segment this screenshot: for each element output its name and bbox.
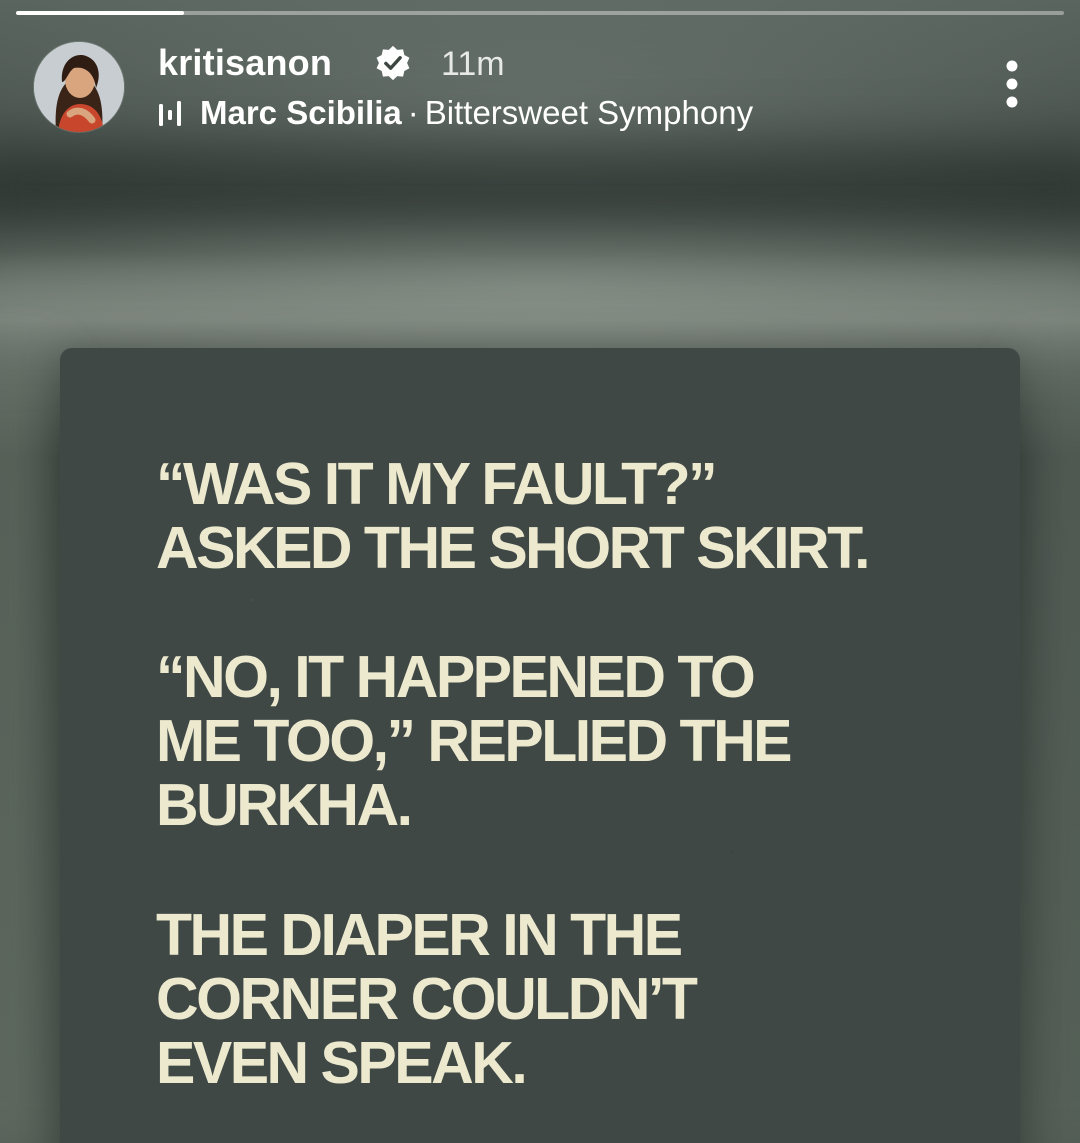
more-options-icon[interactable]	[996, 58, 1028, 110]
quote-line: “NO, IT HAPPENED TO	[156, 644, 756, 710]
quote-line: ME TOO,” REPLIED THE	[156, 708, 793, 774]
quote-line: ASKED THE SHORT SKIRT.	[156, 515, 871, 581]
quote-line: BURKHA.	[156, 772, 413, 838]
background-blur	[1030, 360, 1080, 1143]
music-artist: Marc Scibilia	[200, 94, 402, 131]
quote-paragraph-3: THE DIAPER IN THE CORNER COULDN’T EVEN S…	[156, 902, 698, 1096]
background-blur	[0, 250, 1080, 320]
story-progress-bar	[16, 11, 1064, 15]
story-progress-fill	[16, 11, 184, 15]
music-attribution[interactable]: Marc Scibilia · Bittersweet Symphony	[158, 90, 753, 136]
background-blur	[0, 360, 50, 1143]
story-viewer[interactable]: kritisanon 11m Marc Scibilia · Bitterswe…	[0, 0, 1080, 1143]
username[interactable]: kritisanon	[158, 40, 332, 86]
quote-line: CORNER COULDN’T	[156, 966, 698, 1032]
music-separator: ·	[407, 94, 419, 131]
quote-paragraph-1: “WAS IT MY FAULT?” ASKED THE SHORT SKIRT…	[156, 451, 871, 581]
quote-paragraph-2: “NO, IT HAPPENED TO ME TOO,” REPLIED THE…	[156, 644, 793, 838]
music-track: Bittersweet Symphony	[424, 94, 754, 131]
post-time: 11m	[441, 45, 505, 83]
avatar[interactable]	[34, 42, 124, 132]
music-bars-icon	[159, 101, 181, 126]
background-blur	[0, 150, 1080, 230]
quote-line: EVEN SPEAK.	[156, 1030, 528, 1096]
avatar-image	[34, 42, 124, 132]
quote-line: “WAS IT MY FAULT?”	[156, 451, 718, 517]
quote-line: THE DIAPER IN THE	[156, 902, 683, 968]
verified-badge-icon	[376, 45, 410, 81]
